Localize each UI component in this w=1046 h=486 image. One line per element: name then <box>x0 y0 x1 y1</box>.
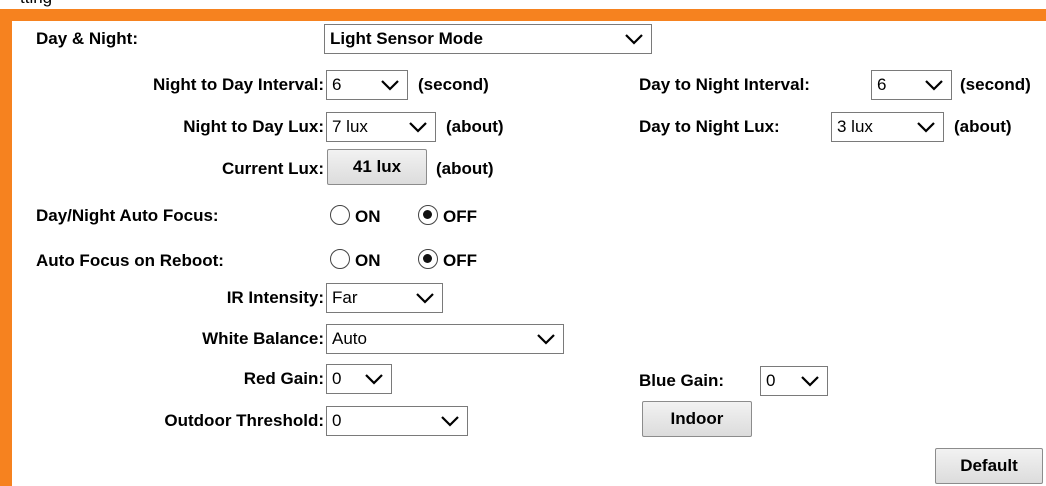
auto-focus-on-reboot-off-radio[interactable] <box>418 249 438 269</box>
blue-gain-value: 0 <box>766 371 776 390</box>
auto-focus-on-reboot-on-label: ON <box>355 251 381 270</box>
top-strip: tting <box>0 0 1046 9</box>
auto-focus-on-reboot-off-label: OFF <box>443 251 477 270</box>
white-balance-select[interactable]: Auto <box>326 324 564 354</box>
chevron-down-icon <box>537 334 555 345</box>
ir-intensity-value: Far <box>332 288 358 307</box>
day-to-night-lux-select[interactable]: 3 lux <box>831 112 944 142</box>
current-lux-unit: (about) <box>436 159 494 178</box>
auto-focus-on-reboot-on-radio[interactable] <box>330 249 350 269</box>
day-to-night-interval-label: Day to Night Interval: <box>639 75 810 94</box>
chevron-down-icon <box>441 416 459 427</box>
night-to-day-lux-unit: (about) <box>446 117 504 136</box>
orange-border-left <box>0 9 12 486</box>
chevron-down-icon <box>416 293 434 304</box>
night-to-day-interval-label: Night to Day Interval: <box>153 75 324 94</box>
day-to-night-interval-unit: (second) <box>960 75 1031 94</box>
red-gain-value: 0 <box>332 369 342 388</box>
chevron-down-icon <box>381 80 399 91</box>
header-cut-text: tting <box>20 0 52 8</box>
day-to-night-interval-select[interactable]: 6 <box>871 70 952 100</box>
night-to-day-interval-value: 6 <box>332 75 342 94</box>
settings-panel: Day & Night: Light Sensor Mode Night to … <box>12 21 1046 486</box>
chevron-down-icon <box>801 376 819 387</box>
chevron-down-icon <box>917 122 935 133</box>
chevron-down-icon <box>365 374 383 385</box>
white-balance-value: Auto <box>332 329 367 348</box>
auto-focus-on-reboot-label: Auto Focus on Reboot: <box>36 251 224 270</box>
day-night-auto-focus-label: Day/Night Auto Focus: <box>36 206 219 225</box>
current-lux-button[interactable]: 41 lux <box>327 149 427 185</box>
day-night-label: Day & Night: <box>36 29 138 48</box>
default-button[interactable]: Default <box>935 448 1043 484</box>
night-to-day-lux-select[interactable]: 7 lux <box>326 112 436 142</box>
outdoor-threshold-value: 0 <box>332 411 342 430</box>
red-gain-label: Red Gain: <box>243 369 324 388</box>
ir-intensity-label: IR Intensity: <box>226 288 324 307</box>
day-night-auto-focus-off-radio[interactable] <box>418 205 438 225</box>
chevron-down-icon <box>625 34 643 45</box>
red-gain-select[interactable]: 0 <box>326 364 392 394</box>
orange-border-top <box>0 9 1046 21</box>
blue-gain-label: Blue Gain: <box>639 371 725 390</box>
white-balance-label: White Balance: <box>202 329 324 348</box>
chevron-down-icon <box>925 80 943 91</box>
day-night-auto-focus-off-label: OFF <box>443 207 477 226</box>
day-night-auto-focus-on-label: ON <box>355 207 381 226</box>
indoor-button[interactable]: Indoor <box>642 401 752 437</box>
day-night-value: Light Sensor Mode <box>330 29 483 48</box>
day-to-night-lux-value: 3 lux <box>837 117 873 136</box>
night-to-day-interval-select[interactable]: 6 <box>326 70 408 100</box>
night-to-day-lux-value: 7 lux <box>332 117 368 136</box>
night-to-day-lux-label: Night to Day Lux: <box>183 117 324 136</box>
day-night-select[interactable]: Light Sensor Mode <box>324 24 652 54</box>
ir-intensity-select[interactable]: Far <box>326 283 443 313</box>
blue-gain-select[interactable]: 0 <box>760 366 828 396</box>
chevron-down-icon <box>409 122 427 133</box>
outdoor-threshold-label: Outdoor Threshold: <box>164 411 324 430</box>
outdoor-threshold-select[interactable]: 0 <box>326 406 468 436</box>
night-to-day-interval-unit: (second) <box>418 75 489 94</box>
day-night-auto-focus-on-radio[interactable] <box>330 205 350 225</box>
day-to-night-lux-unit: (about) <box>954 117 1012 136</box>
current-lux-label: Current Lux: <box>222 159 324 178</box>
day-to-night-interval-value: 6 <box>877 75 887 94</box>
day-to-night-lux-label: Day to Night Lux: <box>639 117 780 136</box>
